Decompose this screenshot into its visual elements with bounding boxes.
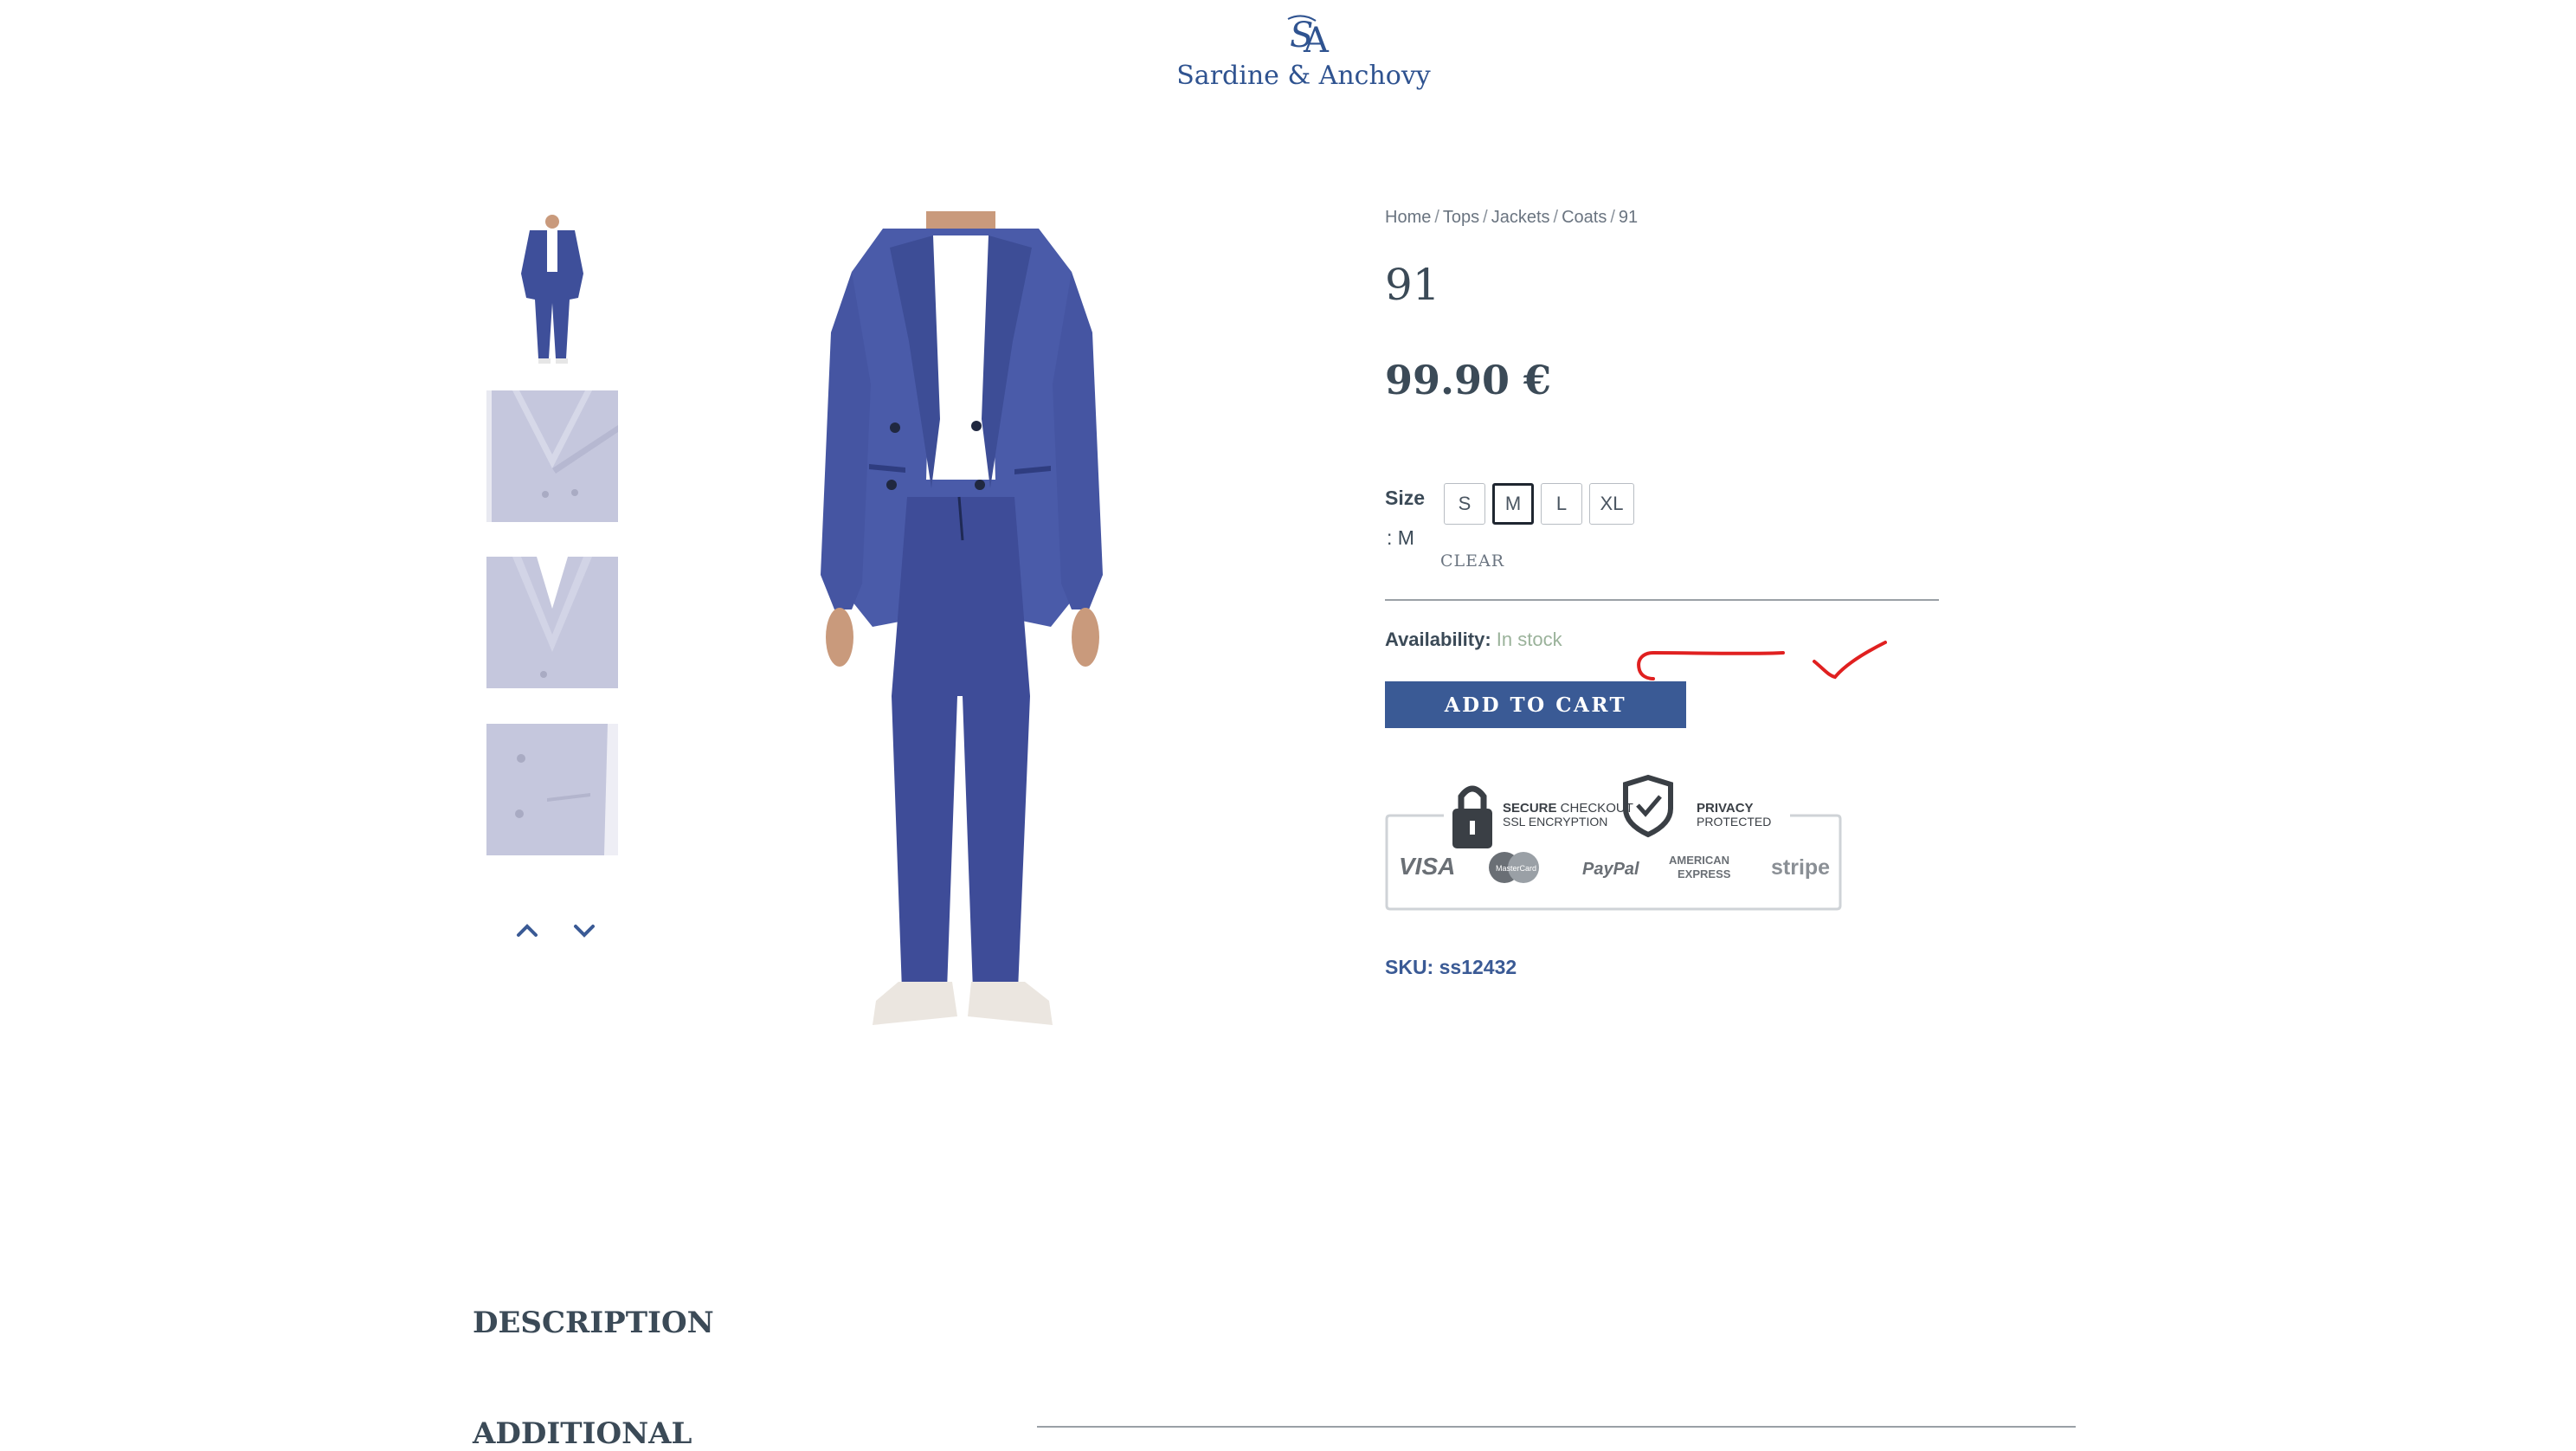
breadcrumb-separator: / [1553, 208, 1559, 227]
divider [1037, 1426, 2076, 1428]
availability-label: Availability: [1385, 629, 1491, 650]
breadcrumb: Home / Tops / Jackets / Coats/91 [1385, 208, 1638, 228]
size-option-m[interactable]: M [1492, 483, 1534, 525]
privacy-label: PRIVACY [1697, 801, 1754, 816]
main-product-image[interactable] [779, 211, 1143, 1032]
breadcrumb-coats[interactable]: Coats [1562, 208, 1607, 227]
brand-monogram-logo[interactable]: S A [1285, 10, 1336, 62]
breadcrumb-separator: / [1434, 208, 1439, 227]
thumbnail-button-detail[interactable] [486, 724, 618, 855]
divider [1385, 599, 1939, 601]
breadcrumb-tops[interactable]: Tops [1443, 208, 1479, 227]
breadcrumb-home[interactable]: Home [1385, 208, 1431, 227]
button-thumbnail-image [486, 724, 618, 855]
chevron-up-icon[interactable] [512, 919, 542, 942]
secure-checkout-badge: SECURE CHECKOUT SSL ENCRYPTION PRIVACY P… [1385, 774, 1842, 911]
collar-thumbnail-image [486, 557, 618, 688]
selected-size-label: : M [1387, 526, 1414, 549]
svg-text:SECURE CHECKOUT: SECURE CHECKOUT [1503, 801, 1633, 816]
size-options: S M L XL [1444, 483, 1634, 525]
size-option-xl[interactable]: XL [1589, 483, 1634, 525]
breadcrumb-separator: / [1610, 208, 1615, 227]
size-label: Size [1385, 487, 1426, 509]
svg-text:A: A [1303, 21, 1330, 61]
additional-info-tab[interactable]: ADDITIONAL [473, 1416, 692, 1451]
paypal-logo: PayPal [1582, 860, 1639, 879]
mastercard-logo: MasterCard [1489, 852, 1539, 883]
size-option-l[interactable]: L [1541, 483, 1582, 525]
protected-label: PROTECTED [1697, 815, 1771, 829]
availability-status: In stock [1496, 629, 1562, 650]
size-option-s[interactable]: S [1444, 483, 1485, 525]
clear-selection-link[interactable]: CLEAR [1440, 551, 1504, 571]
availability: Availability: In stock [1385, 629, 1562, 651]
annotation-arrow-checkmark [1637, 641, 1887, 680]
breadcrumb-jackets[interactable]: Jackets [1491, 208, 1550, 227]
product-title: 91 [1385, 260, 1440, 310]
lock-icon [1452, 785, 1492, 848]
product-sku: SKU: ss12432 [1385, 956, 1517, 978]
ssl-encryption-label: SSL ENCRYPTION [1503, 815, 1607, 829]
thumbnail-full-suit[interactable] [486, 213, 618, 369]
checkout-label: CHECKOUT [1557, 801, 1633, 816]
description-tab[interactable]: DESCRIPTION [473, 1306, 714, 1340]
stripe-logo: stripe [1771, 855, 1830, 880]
secure-label: SECURE [1503, 801, 1557, 816]
brand-name[interactable]: Sardine & Anchovy [1125, 61, 1482, 91]
breadcrumb-separator: / [1483, 208, 1488, 227]
amex-logo-bottom: EXPRESS [1678, 867, 1731, 880]
suit-thumbnail-image [486, 213, 618, 369]
breadcrumb-current: 91 [1618, 208, 1639, 227]
amex-logo-top: AMERICAN [1669, 854, 1729, 867]
add-to-cart-button[interactable]: ADD TO CART [1385, 681, 1686, 728]
chevron-down-icon[interactable] [570, 919, 599, 942]
thumbnail-collar-detail[interactable] [486, 557, 618, 688]
visa-logo: VISA [1399, 853, 1455, 880]
svg-text:MasterCard: MasterCard [1496, 864, 1536, 873]
lapel-thumbnail-image [486, 390, 618, 522]
product-price: 99.90 € [1385, 357, 1552, 403]
thumbnail-lapel-detail[interactable] [486, 390, 618, 522]
